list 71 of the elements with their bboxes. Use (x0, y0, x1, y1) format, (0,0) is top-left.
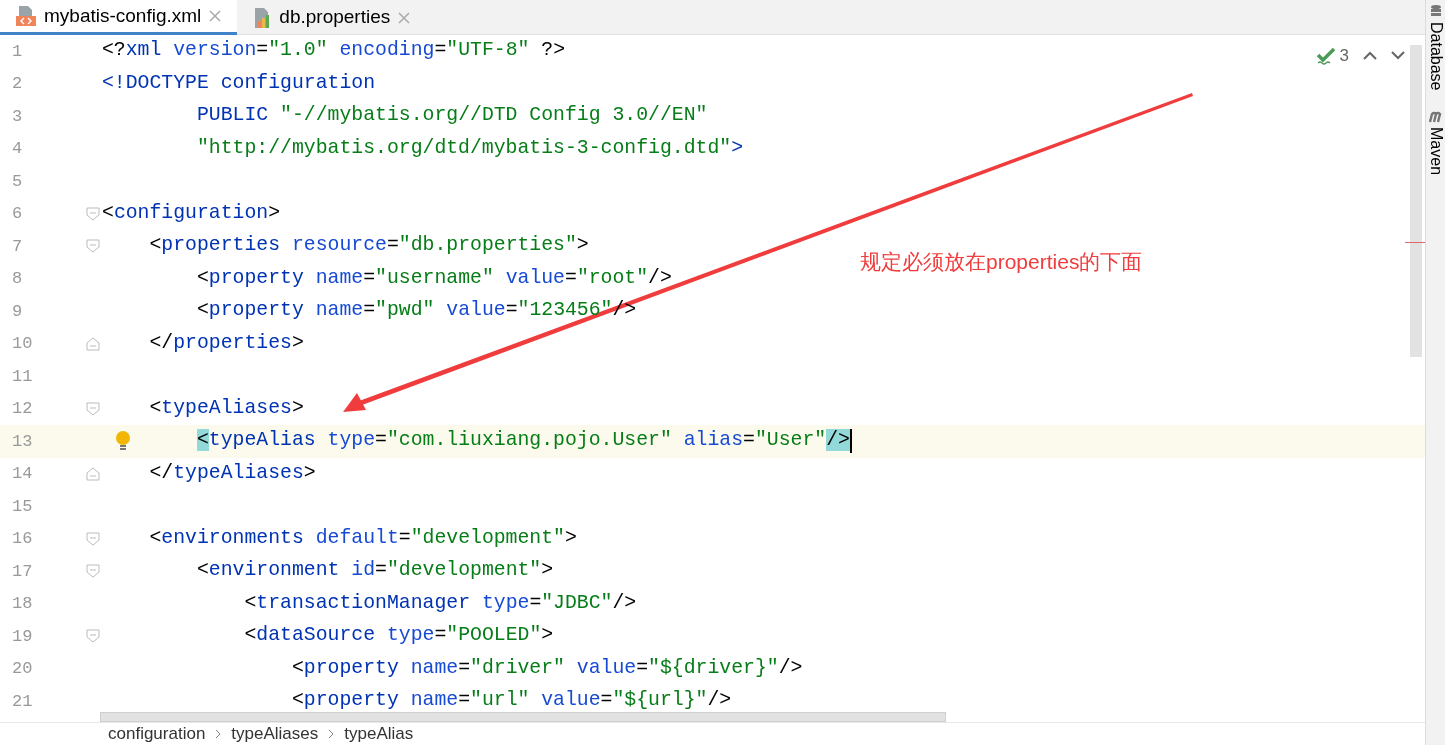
line-number: 14 (12, 463, 33, 485)
annotation-text: 规定必须放在properties的下面 (860, 249, 1143, 275)
code-line: <configuration> (102, 200, 281, 226)
vertical-scrollbar[interactable] (1410, 45, 1422, 357)
line-number: 16 (12, 528, 33, 550)
line-number: 13 (12, 430, 33, 453)
close-icon[interactable] (398, 11, 411, 24)
editor-tab[interactable]: db.properties (237, 0, 427, 35)
editor-tab[interactable]: mybatis-config.xml (0, 0, 238, 35)
line-number: 21 (12, 690, 33, 713)
down-icon[interactable] (1391, 51, 1405, 61)
chart-file-icon (253, 6, 272, 29)
code-line: <typeAliases> (149, 395, 304, 421)
line-number: 15 (12, 495, 33, 518)
code-line: <property name="pwd" value="123456"/> (196, 298, 637, 324)
line-number: 7 (12, 235, 23, 258)
line-number: 5 (12, 170, 23, 193)
code-line: <property name="driver" value="${driver}"/> (291, 655, 803, 681)
line-number: 2 (12, 73, 23, 95)
code-line: </properties> (149, 330, 304, 356)
line-number: 6 (12, 203, 23, 225)
up-icon[interactable] (1363, 51, 1377, 61)
xml-file-icon (16, 5, 36, 27)
fold-icon[interactable] (86, 629, 100, 643)
close-icon[interactable] (209, 10, 222, 22)
line-number: 11 (12, 365, 33, 388)
code-line: <properties resource="db.properties"> (149, 233, 589, 259)
database-icon (1429, 4, 1442, 18)
line-number: 8 (12, 268, 23, 290)
m-icon (1428, 110, 1443, 123)
chevron-icon (328, 729, 335, 739)
code-line: PUBLIC "-//mybatis.org//DTD Config 3.0//EN" (196, 103, 708, 129)
code-line: <typeAlias type="com.liuxiang.pojo.User" alias="User"/> (196, 428, 850, 454)
tool-window-button[interactable]: Database (1423, 4, 1445, 91)
lightbulb-icon[interactable] (114, 430, 132, 453)
chevron-icon (215, 729, 222, 739)
fold-icon[interactable] (86, 401, 100, 416)
code-line: <dataSource type="POOLED"> (244, 623, 554, 649)
code-line: <?xml version="1.0" encoding="UTF-8" ?> (102, 38, 566, 64)
line-number: 17 (12, 560, 33, 583)
breadcrumb[interactable]: typeAlias (344, 721, 414, 745)
fold-icon[interactable] (86, 239, 100, 253)
code-line: <transactionManager type="JDBC"/> (244, 590, 637, 616)
horizontal-scrollbar[interactable] (100, 712, 946, 722)
line-number: 10 (12, 333, 33, 355)
fold-icon[interactable] (86, 531, 100, 546)
line-number: 1 (12, 40, 23, 63)
breadcrumb[interactable]: configuration (108, 721, 206, 745)
line-number: 9 (12, 300, 23, 323)
check-icon (1315, 46, 1336, 65)
line-number: 19 (12, 625, 33, 648)
line-number: 18 (12, 593, 33, 615)
fold-icon[interactable] (86, 466, 100, 481)
fold-icon[interactable] (86, 336, 100, 351)
text-cursor (849, 429, 852, 454)
code-line: <!DOCTYPE configuration (102, 70, 376, 96)
inspection-count[interactable]: 3 (1339, 43, 1349, 69)
code-line: "http://mybatis.org/dtd/mybatis-3-config.dtd"> (196, 135, 744, 161)
line-number: 3 (12, 105, 23, 128)
code-line: <environment id="development"> (196, 558, 554, 584)
code-line: <property name="url" value="${url}"/> (291, 688, 732, 714)
code-line: <property name="username" value="root"/> (196, 265, 672, 291)
fold-icon[interactable] (86, 206, 100, 221)
line-number: 4 (12, 138, 23, 160)
fold-icon[interactable] (86, 564, 100, 578)
breadcrumb[interactable]: typeAliases (231, 721, 319, 745)
code-line: <environments default="development"> (149, 525, 577, 551)
tool-window-button[interactable]: Maven (1423, 110, 1445, 175)
line-number: 20 (12, 658, 33, 680)
code-line: </typeAliases> (149, 460, 316, 486)
line-number: 12 (12, 398, 33, 420)
